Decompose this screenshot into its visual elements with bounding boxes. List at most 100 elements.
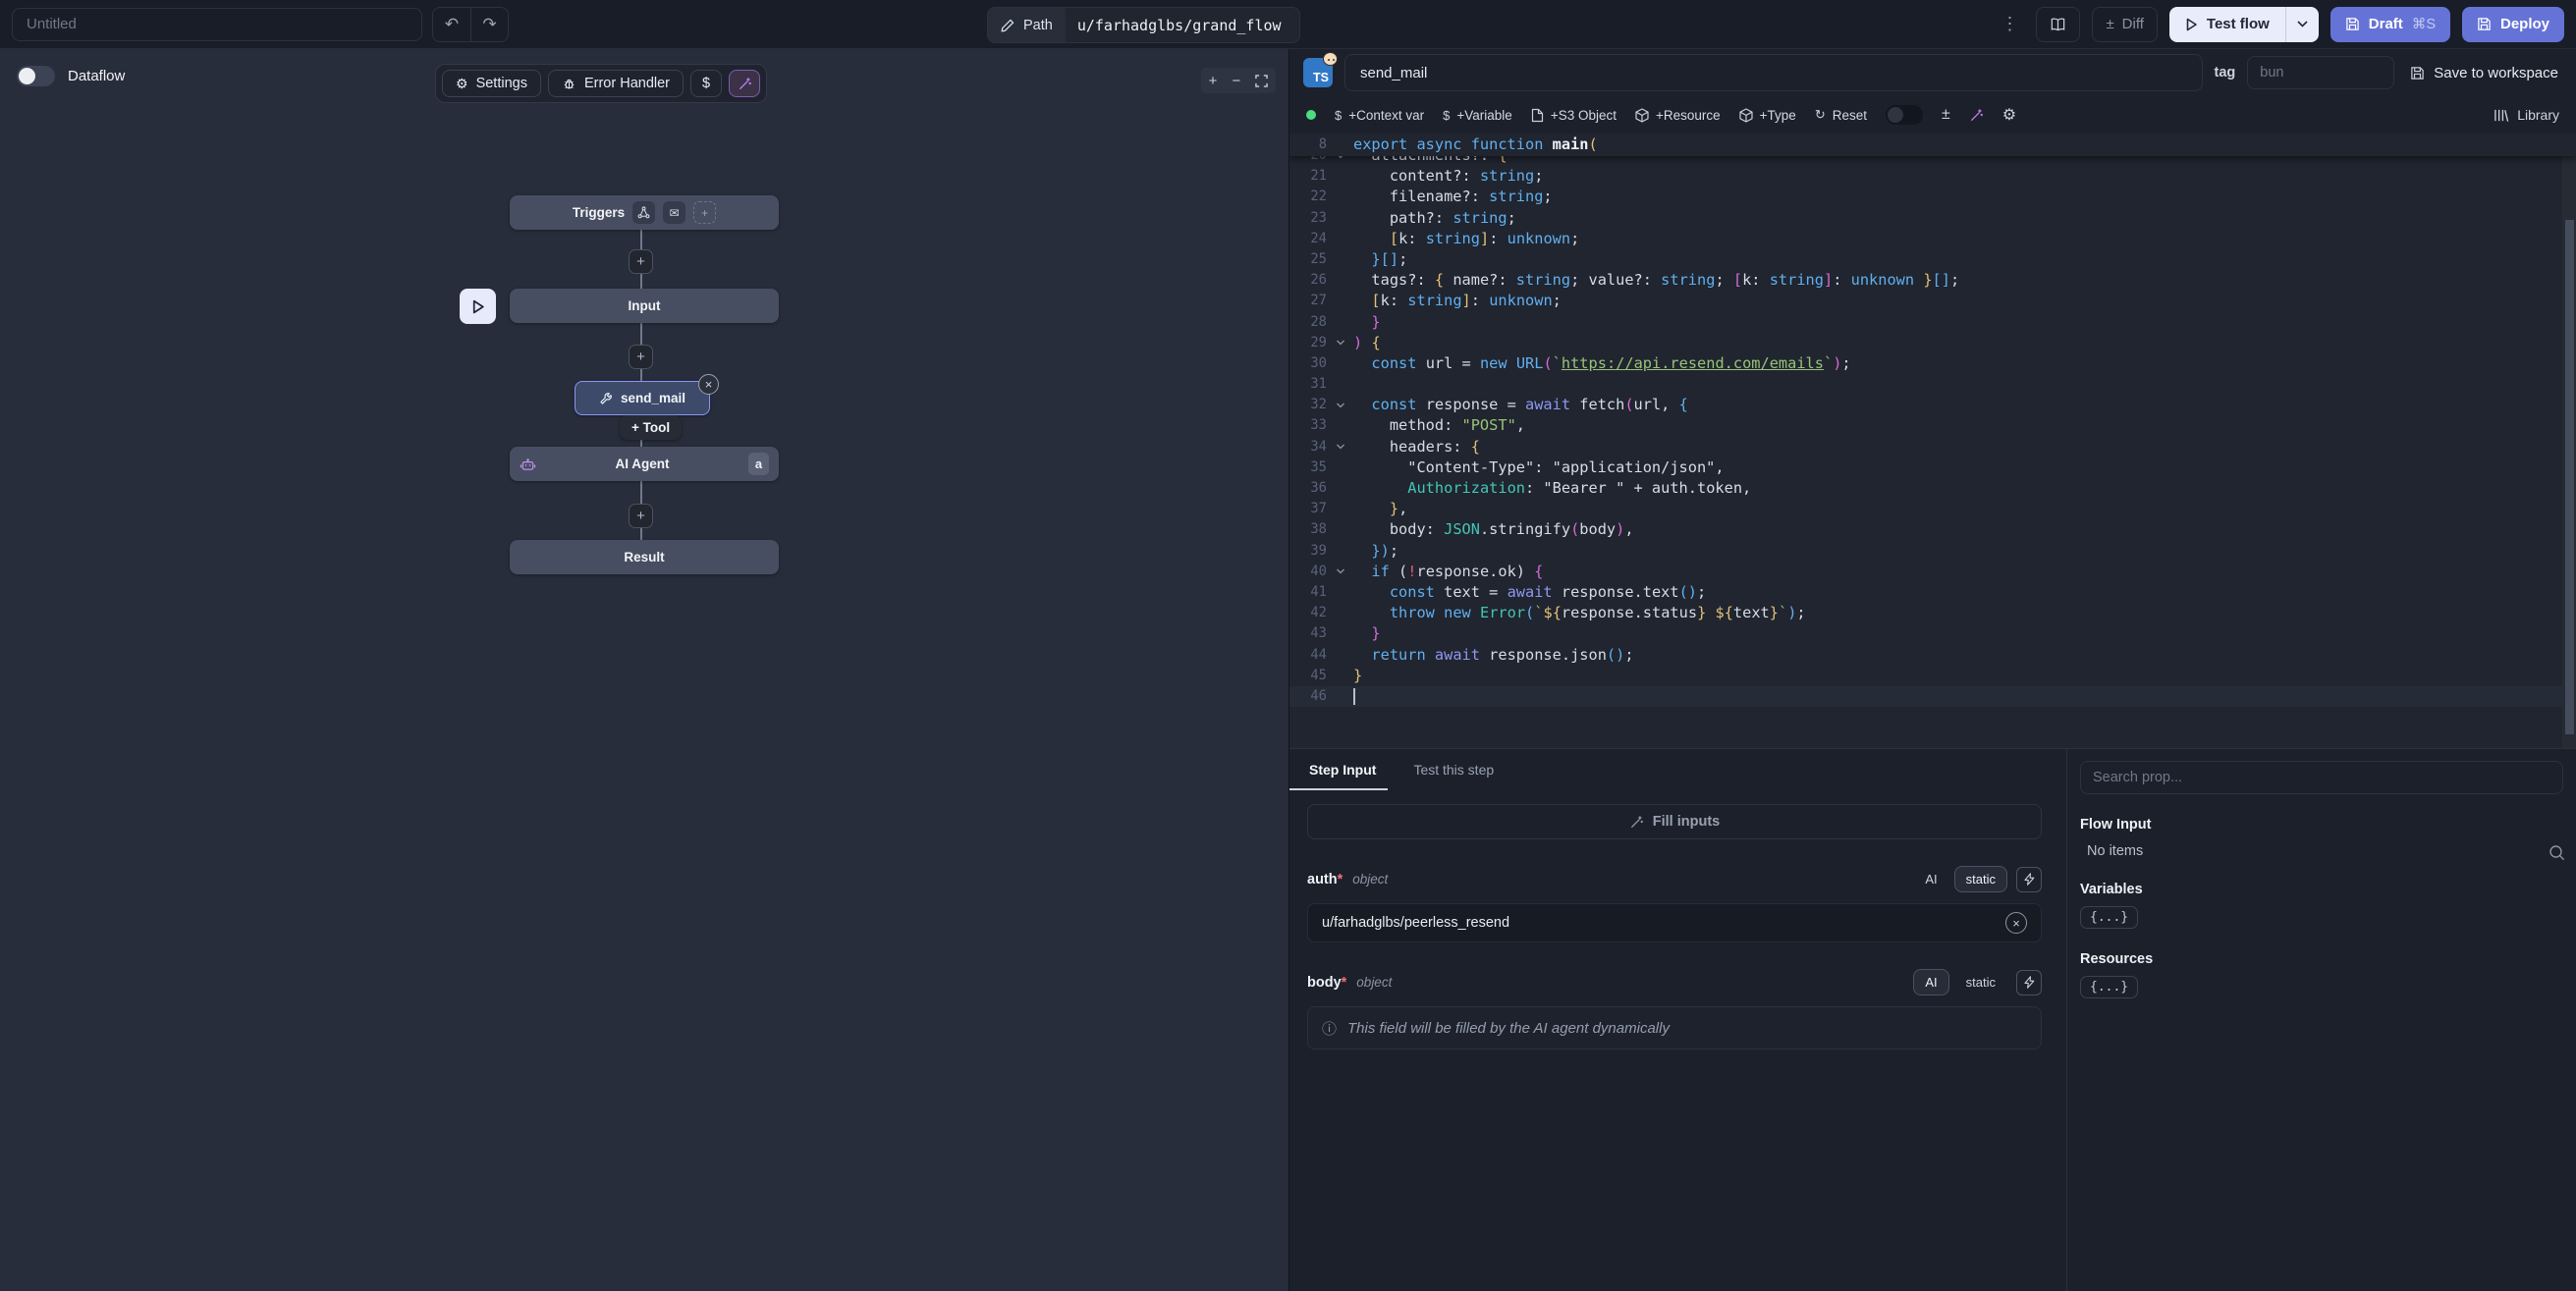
more-menu-button[interactable]: ⋮: [1995, 14, 2024, 34]
fold-chevron-icon[interactable]: [1327, 402, 1353, 409]
insert-step-button-3[interactable]: +: [629, 504, 653, 528]
body-mode-static[interactable]: static: [1954, 969, 2007, 995]
fold-chevron-icon[interactable]: [1327, 443, 1353, 451]
add-resource-button[interactable]: +Resource: [1635, 108, 1721, 123]
editor-scrollbar-thumb[interactable]: [2565, 220, 2574, 734]
editor-settings-button[interactable]: ⚙: [2002, 105, 2016, 125]
step-input-section: Step Input Test this step Fill inputs au…: [1289, 749, 2066, 1291]
reset-button[interactable]: ↻ Reset: [1815, 107, 1867, 123]
flow-canvas[interactable]: Dataflow ⚙ Settings Error Handler $ + −: [0, 49, 1288, 1291]
line-number: 32: [1289, 395, 1327, 415]
tab-test-this-step[interactable]: Test this step: [1413, 749, 1494, 790]
deploy-button[interactable]: Deploy: [2462, 7, 2564, 42]
agent-id-badge[interactable]: a: [748, 453, 769, 475]
resources-object-pill[interactable]: {...}: [2080, 976, 2138, 998]
add-context-var-button[interactable]: $ +Context var: [1335, 108, 1424, 123]
toggle-knob: [19, 68, 35, 84]
tag-input[interactable]: [2247, 56, 2394, 89]
zoom-in-button[interactable]: +: [1209, 73, 1218, 89]
wand-icon: [738, 77, 752, 91]
variables-object-pill[interactable]: {...}: [2080, 906, 2138, 929]
diff-mini-button[interactable]: ±: [1942, 106, 1950, 124]
auth-value-input[interactable]: u/farhadglbs/peerless_resend ×: [1307, 903, 2042, 942]
dataflow-toggle[interactable]: [17, 66, 55, 86]
field-auth: auth* object AI static u/farhad: [1307, 866, 2042, 942]
auth-mode-ai[interactable]: AI: [1913, 866, 1948, 892]
fold-chevron-icon[interactable]: [1327, 339, 1353, 347]
mail-icon: ✉: [670, 206, 680, 220]
add-variable-button[interactable]: $ +Variable: [1443, 108, 1512, 123]
ai-assistant-button[interactable]: [1969, 108, 1984, 123]
code-text: throw new Error(`${response.status} ${te…: [1353, 603, 1806, 623]
code-line: 28 }: [1289, 312, 2576, 333]
node-send-mail[interactable]: send_mail: [575, 381, 710, 415]
close-icon: ×: [2012, 916, 2020, 931]
step-editor-panel: TS tag Save to workspace $ +Context var …: [1288, 49, 2576, 1291]
zoom-out-button[interactable]: −: [1233, 73, 1241, 89]
body-mode-toggle: AI static: [1913, 969, 2042, 995]
test-flow-button[interactable]: Test flow: [2169, 7, 2285, 42]
library-button[interactable]: Library: [2494, 107, 2559, 123]
line-number: 29: [1289, 333, 1327, 353]
topbar: ↶ ↷ Path u/farhadglbs/grand_flow ⋮ ± Dif…: [0, 0, 2576, 49]
test-flow-dropdown[interactable]: [2285, 7, 2319, 42]
code-text: filename?: string;: [1353, 187, 1553, 207]
insert-step-button-2[interactable]: +: [629, 345, 653, 369]
docs-button[interactable]: [2036, 7, 2080, 42]
node-input[interactable]: Input: [510, 289, 779, 323]
error-handler-button[interactable]: Error Handler: [548, 70, 684, 97]
fold-chevron-icon[interactable]: [1327, 567, 1353, 575]
tab-step-input[interactable]: Step Input: [1309, 749, 1376, 790]
email-trigger-button[interactable]: ✉: [663, 201, 685, 224]
routes-trigger-button[interactable]: [632, 201, 655, 224]
insert-step-button-1[interactable]: +: [629, 249, 653, 274]
cache-dollar-button[interactable]: $: [690, 70, 722, 97]
field-auth-name: auth: [1307, 872, 1338, 888]
typescript-badge: TS: [1303, 58, 1333, 87]
add-tool-button[interactable]: + Tool: [620, 415, 682, 440]
auth-clear-button[interactable]: ×: [2005, 912, 2027, 934]
resources-heading: Resources: [2080, 951, 2563, 967]
auth-value: u/farhadglbs/peerless_resend: [1322, 915, 1509, 931]
flow-summary-input[interactable]: [12, 8, 422, 41]
add-type-button[interactable]: +Type: [1739, 108, 1796, 123]
add-trigger-button[interactable]: +: [693, 201, 716, 224]
code-editor[interactable]: 20 attachments?: {21 content?: string;22…: [1289, 134, 2576, 748]
settings-button[interactable]: ⚙ Settings: [442, 70, 541, 97]
node-result[interactable]: Result: [510, 540, 779, 574]
draft-button[interactable]: Draft ⌘S: [2330, 7, 2450, 42]
save-icon: [2345, 17, 2360, 31]
auth-mode-static[interactable]: static: [1954, 866, 2007, 892]
remove-tool-button[interactable]: ×: [698, 374, 719, 395]
diff-button[interactable]: ± Diff: [2092, 7, 2157, 42]
code-text: }: [1353, 666, 1362, 686]
editor-toggle[interactable]: [1886, 105, 1923, 125]
undo-button[interactable]: ↶: [433, 8, 470, 41]
node-ai-agent[interactable]: AI Agent a: [510, 447, 779, 481]
body-expression-button[interactable]: [2016, 970, 2042, 995]
search-prop-input[interactable]: [2080, 761, 2563, 794]
body-mode-ai[interactable]: AI: [1913, 969, 1948, 995]
node-triggers[interactable]: Triggers ✉ +: [510, 195, 779, 230]
path-chip[interactable]: Path u/farhadglbs/grand_flow: [987, 7, 1300, 43]
library-label: Library: [2517, 107, 2559, 123]
search-icon[interactable]: [2548, 843, 2567, 863]
fill-inputs-button[interactable]: Fill inputs: [1307, 804, 2042, 839]
add-s3-object-button[interactable]: +S3 Object: [1531, 108, 1617, 123]
ai-wand-button[interactable]: [729, 70, 760, 97]
editor-toolbar: $ +Context var $ +Variable +S3 Object +R…: [1289, 96, 2576, 134]
redo-button[interactable]: ↷: [470, 8, 508, 41]
code-line: 32 const response = await fetch(url, {: [1289, 395, 2576, 415]
step-name-input[interactable]: [1344, 54, 2203, 91]
gear-icon: ⚙: [2002, 105, 2016, 125]
sticky-code-line: 8export async function main(: [1289, 134, 2576, 156]
code-line: 45}: [1289, 666, 2576, 686]
lang-ready-dot: [1306, 110, 1316, 120]
add-resource-label: +Resource: [1656, 108, 1721, 123]
fit-view-icon[interactable]: [1255, 75, 1268, 87]
code-line: 33 method: "POST",: [1289, 415, 2576, 436]
add-type-label: +Type: [1760, 108, 1796, 123]
auth-expression-button[interactable]: [2016, 867, 2042, 892]
save-to-workspace-button[interactable]: Save to workspace: [2406, 65, 2562, 81]
run-input-button[interactable]: [460, 289, 496, 324]
